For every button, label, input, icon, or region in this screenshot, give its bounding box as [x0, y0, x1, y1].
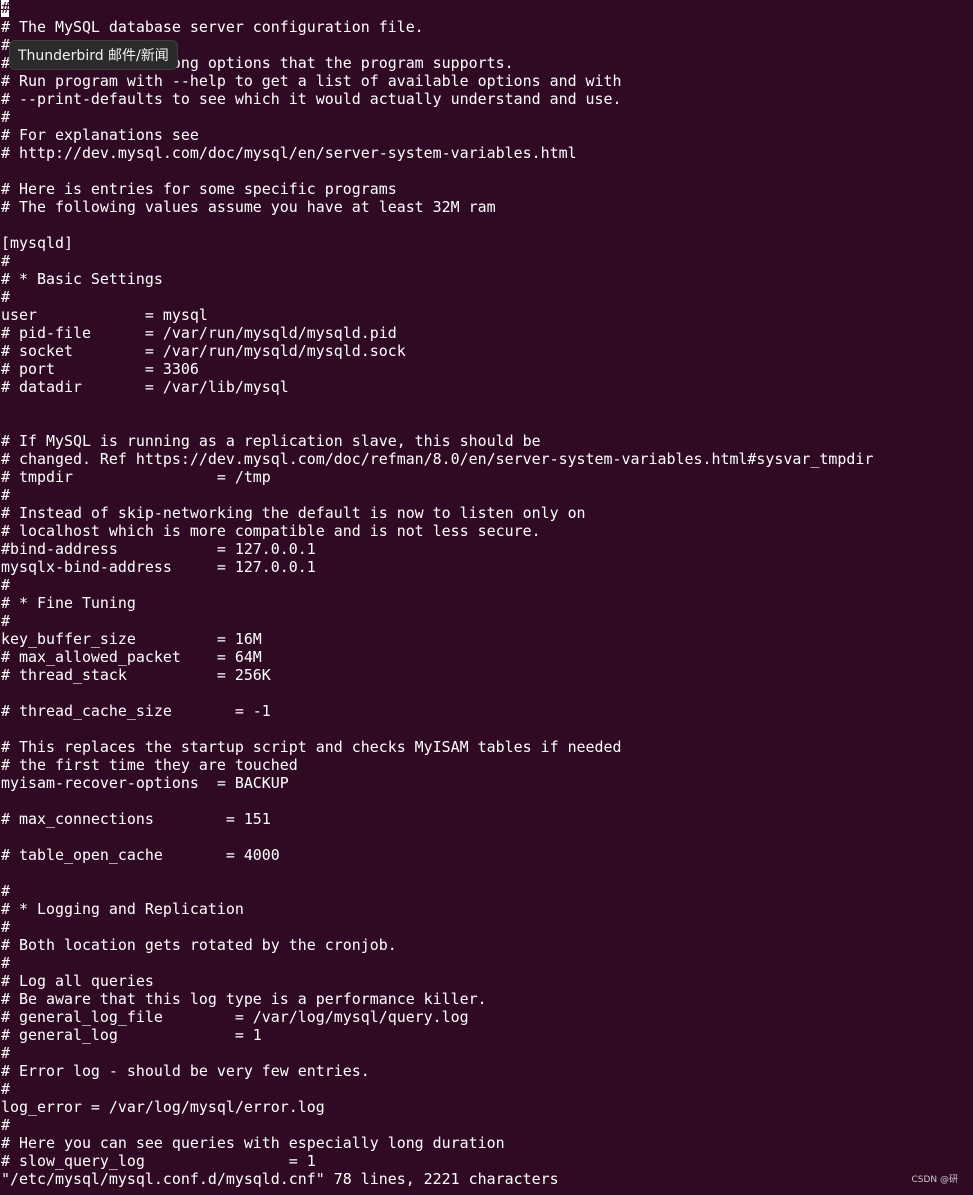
editor-line: # Be aware that this log type is a perfo…: [1, 990, 487, 1008]
dock-tooltip: Thunderbird 邮件/新闻: [9, 40, 178, 70]
editor-line: # datadir = /var/lib/mysql: [1, 378, 289, 396]
editor-line: # general_log_file = /var/log/mysql/quer…: [1, 1008, 469, 1026]
editor-line: # * Fine Tuning: [1, 594, 136, 612]
editor-line: #: [1, 612, 10, 630]
editor-line: log_error = /var/log/mysql/error.log: [1, 1098, 325, 1116]
editor-line: # Here you can see queries with especial…: [1, 1134, 505, 1152]
editor-line: # Log all queries: [1, 972, 154, 990]
editor-line: # thread_stack = 256K: [1, 666, 271, 684]
editor-line: #: [1, 918, 10, 936]
editor-line: #: [1, 288, 10, 306]
editor-line: # tmpdir = /tmp: [1, 468, 271, 486]
editor-line: mysqlx-bind-address = 127.0.0.1: [1, 558, 316, 576]
editor-line: # max_allowed_packet = 64M: [1, 648, 262, 666]
editor-line: #: [1, 486, 10, 504]
editor-line: # The following values assume you have a…: [1, 198, 496, 216]
editor-line: #: [1, 108, 10, 126]
editor-line: user = mysql: [1, 306, 208, 324]
editor-line: #bind-address = 127.0.0.1: [1, 540, 316, 558]
editor-line: # Error log - should be very few entries…: [1, 1062, 370, 1080]
editor-line: # general_log = 1: [1, 1026, 262, 1044]
editor-line: # * Basic Settings: [1, 270, 163, 288]
editor-line: # changed. Ref https://dev.mysql.com/doc…: [1, 450, 874, 468]
editor-line: #: [1, 1116, 10, 1134]
editor-line: # --print-defaults to see which it would…: [1, 90, 622, 108]
editor-line: # * Logging and Replication: [1, 900, 244, 918]
editor-line: # Run program with --help to get a list …: [1, 72, 622, 90]
editor-line: #: [1, 1044, 10, 1062]
editor-line: # For explanations see: [1, 126, 199, 144]
editor-line: # slow_query_log = 1: [1, 1152, 316, 1170]
editor-line: # localhost which is more compatible and…: [1, 522, 541, 540]
editor-line: # pid-file = /var/run/mysqld/mysqld.pid: [1, 324, 397, 342]
vim-status-line: "/etc/mysql/mysql.conf.d/mysqld.cnf" 78 …: [1, 1170, 559, 1188]
editor-line: #: [1, 252, 10, 270]
editor-line: # table_open_cache = 4000: [1, 846, 280, 864]
editor-line: # This replaces the startup script and c…: [1, 738, 622, 756]
editor-line: myisam-recover-options = BACKUP: [1, 774, 289, 792]
editor-line: # Instead of skip-networking the default…: [1, 504, 586, 522]
watermark: CSDN @研: [911, 1175, 958, 1185]
editor-line: #: [1, 882, 10, 900]
editor-line: key_buffer_size = 16M: [1, 630, 262, 648]
editor-line: # Both location gets rotated by the cron…: [1, 936, 397, 954]
editor-line: [mysqld]: [1, 234, 73, 252]
editor-line: #: [1, 576, 10, 594]
editor-line: #: [1, 1080, 10, 1098]
editor-line: # Here is entries for some specific prog…: [1, 180, 397, 198]
editor-line: # socket = /var/run/mysqld/mysqld.sock: [1, 342, 406, 360]
editor-line: #: [1, 954, 10, 972]
editor-line: # thread_cache_size = -1: [1, 702, 271, 720]
editor-line-cursor[interactable]: #: [1, 0, 10, 18]
text-cursor: #: [1, 0, 10, 17]
editor-line: # max_connections = 151: [1, 810, 271, 828]
editor-line: # The MySQL database server configuratio…: [1, 18, 424, 36]
editor-line: # If MySQL is running as a replication s…: [1, 432, 541, 450]
editor-line: # http://dev.mysql.com/doc/mysql/en/serv…: [1, 144, 577, 162]
editor-line: # the first time they are touched: [1, 756, 298, 774]
editor-line: # port = 3306: [1, 360, 199, 378]
terminal-editor[interactable]: # # The MySQL database server configurat…: [1, 0, 973, 1195]
